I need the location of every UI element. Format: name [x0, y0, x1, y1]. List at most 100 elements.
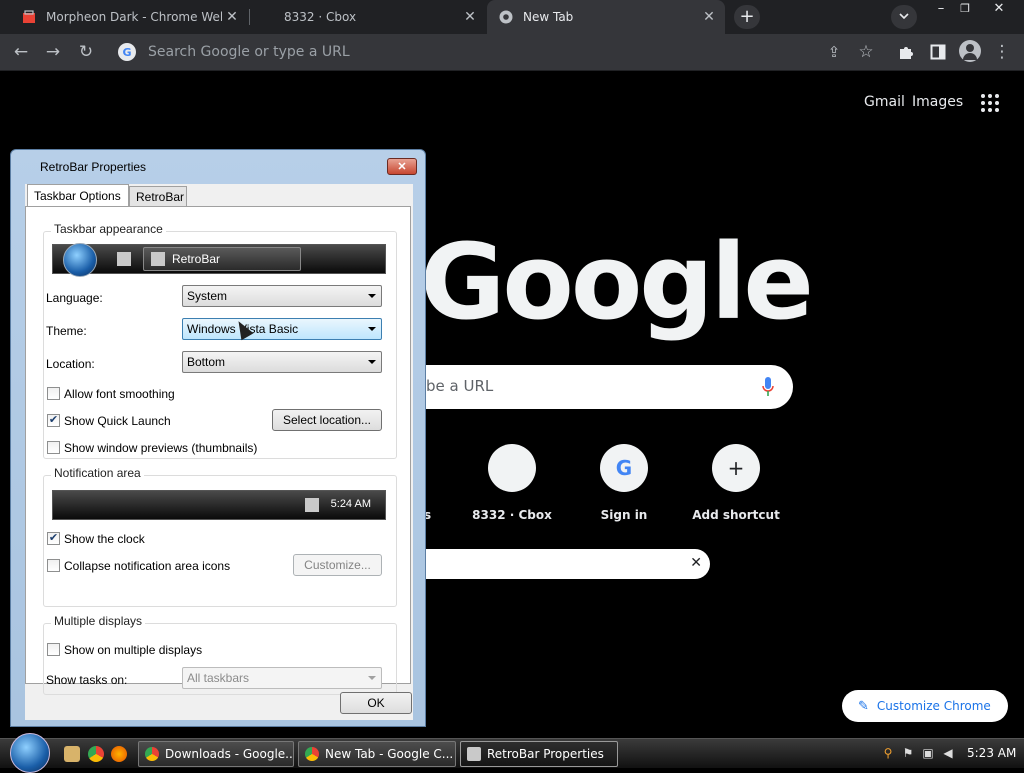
- language-label: Language:: [46, 291, 103, 305]
- theme-label: Theme:: [46, 324, 87, 338]
- windows-taskbar: Downloads - Google... New Tab - Google C…: [0, 733, 1024, 773]
- side-panel-icon[interactable]: [926, 40, 950, 64]
- show-tasks-select[interactable]: All taskbars: [182, 667, 382, 689]
- preview-task-button: RetroBar: [143, 247, 301, 271]
- chrome-menu-icon[interactable]: ⋮: [990, 40, 1014, 64]
- gmail-link[interactable]: Gmail: [864, 94, 905, 110]
- tab-title: Morpheon Dark - Chrome Web Store: [46, 10, 222, 24]
- window-previews-label[interactable]: Show window previews (thumbnails): [64, 441, 257, 455]
- chrome-icon[interactable]: [88, 746, 104, 762]
- reload-icon[interactable]: ↻: [74, 40, 98, 64]
- shortcut-sign-in[interactable]: G Sign in: [576, 444, 672, 522]
- new-tab-button[interactable]: +: [734, 5, 760, 29]
- action-center-flag-icon[interactable]: ⚑: [901, 746, 915, 760]
- customize-chrome-label: Customize Chrome: [876, 699, 991, 713]
- ntp-search-box[interactable]: be a URL: [410, 365, 793, 409]
- start-button-icon[interactable]: [10, 733, 50, 773]
- taskbar-button-retrobar[interactable]: RetroBar Properties: [460, 741, 618, 767]
- restore-icon[interactable]: ❐: [952, 0, 978, 18]
- taskbar-appearance-group: Taskbar appearance RetroBar Language: Sy…: [43, 222, 397, 459]
- taskbar-options-panel: Taskbar appearance RetroBar Language: Sy…: [25, 206, 411, 695]
- tab-retrobar[interactable]: RetroBar: [129, 186, 187, 207]
- taskbar-button-label: New Tab - Google C...: [325, 747, 454, 761]
- minimize-icon[interactable]: –: [928, 0, 954, 18]
- add-shortcut[interactable]: + Add shortcut: [688, 444, 784, 522]
- browser-toolbar: ← → ↻ G Search Google or type a URL ⇪ ☆ …: [0, 34, 1024, 71]
- tab-taskbar-options[interactable]: Taskbar Options: [27, 184, 129, 207]
- show-tasks-value: All taskbars: [187, 671, 250, 685]
- tab-title: 8332 · Cbox: [284, 10, 357, 24]
- tab-new-tab[interactable]: New Tab ✕: [487, 0, 725, 34]
- tab-cbox[interactable]: 8332 · Cbox ✕: [250, 0, 486, 34]
- tab-strip: Morpheon Dark - Chrome Web Store ✕ 8332 …: [0, 0, 1024, 34]
- start-orb-icon: [63, 243, 97, 277]
- network-icon[interactable]: ▣: [921, 746, 935, 760]
- shortcut-label: Sign in: [600, 508, 648, 522]
- taskbar-button-new-tab[interactable]: New Tab - Google C...: [298, 741, 456, 767]
- microphone-icon[interactable]: [762, 377, 774, 397]
- chrome-icon: [499, 10, 513, 24]
- multiple-displays-checkbox[interactable]: [47, 643, 60, 656]
- theme-select[interactable]: Windows Vista Basic: [182, 318, 382, 340]
- shortcut-cbox[interactable]: 8332 · Cbox: [464, 444, 560, 522]
- tab-title: New Tab: [523, 10, 574, 24]
- retrobar-properties-dialog: RetroBar Properties ✕ Taskbar Options Re…: [10, 149, 426, 727]
- show-clock-label[interactable]: Show the clock: [64, 532, 145, 546]
- customize-chrome-button[interactable]: ✎ Customize Chrome: [842, 690, 1008, 722]
- google-apps-icon[interactable]: [981, 94, 999, 112]
- preview-clock: 5:24 AM: [330, 498, 371, 510]
- tab-search-button[interactable]: [891, 5, 917, 29]
- explorer-icon[interactable]: [64, 746, 80, 762]
- dialog-close-button[interactable]: ✕: [387, 158, 417, 175]
- quick-launch-label[interactable]: Show Quick Launch: [64, 414, 171, 428]
- group-label: Notification area: [51, 466, 144, 480]
- window-close-icon[interactable]: ✕: [986, 0, 1012, 18]
- omnibox-placeholder: Search Google or type a URL: [148, 44, 350, 60]
- customize-button[interactable]: Customize...: [293, 554, 382, 576]
- taskbar-preview: RetroBar: [52, 243, 386, 277]
- omnibox[interactable]: G Search Google or type a URL: [112, 38, 882, 66]
- ok-button[interactable]: OK: [340, 692, 412, 714]
- multiple-displays-label[interactable]: Show on multiple displays: [64, 643, 202, 657]
- chevron-down-icon: [368, 327, 376, 331]
- dismiss-icon[interactable]: ✕: [690, 555, 702, 571]
- extensions-puzzle-icon[interactable]: [894, 40, 918, 64]
- ntp-search-placeholder: be a URL: [426, 377, 494, 395]
- close-tab-icon[interactable]: ✕: [460, 9, 480, 25]
- group-label: Taskbar appearance: [51, 222, 166, 236]
- collapse-icons-label[interactable]: Collapse notification area icons: [64, 559, 230, 573]
- select-location-button[interactable]: Select location...: [272, 409, 382, 431]
- taskbar-button-label: Downloads - Google...: [165, 747, 294, 761]
- quick-launch-checkbox[interactable]: ✔: [47, 414, 60, 427]
- location-label: Location:: [46, 357, 95, 371]
- images-link[interactable]: Images: [912, 94, 963, 110]
- notification-preview: 5:24 AM: [52, 490, 386, 520]
- location-select[interactable]: Bottom: [182, 351, 382, 373]
- bookmark-star-icon[interactable]: ☆: [854, 40, 878, 64]
- font-smoothing-label[interactable]: Allow font smoothing: [64, 387, 175, 401]
- pencil-icon: ✎: [858, 698, 869, 714]
- dialog-body: Taskbar Options RetroBar Taskbar appeara…: [25, 184, 413, 720]
- language-select[interactable]: System: [182, 285, 382, 307]
- show-clock-checkbox[interactable]: ✔: [47, 532, 60, 545]
- taskbar-clock[interactable]: 5:23 AM: [967, 746, 1016, 760]
- ntp-promo-bar: ✕: [410, 549, 710, 579]
- window-previews-checkbox[interactable]: [47, 441, 60, 454]
- firefox-icon[interactable]: [111, 746, 127, 762]
- collapse-icons-checkbox[interactable]: [47, 559, 60, 572]
- volume-muted-icon[interactable]: ◀: [941, 746, 955, 760]
- language-value: System: [187, 289, 228, 303]
- chevron-down-icon: [368, 360, 376, 364]
- share-icon[interactable]: ⇪: [822, 40, 846, 64]
- tab-morpheon[interactable]: Morpheon Dark - Chrome Web Store ✕: [10, 0, 248, 34]
- font-smoothing-checkbox[interactable]: [47, 387, 60, 400]
- close-tab-icon[interactable]: ✕: [699, 9, 719, 25]
- notification-area-group: Notification area 5:24 AM ✔ Show the clo…: [43, 466, 397, 607]
- search-icon[interactable]: ⚲: [881, 746, 895, 760]
- preview-task-label: RetroBar: [172, 252, 221, 266]
- taskbar-button-downloads[interactable]: Downloads - Google...: [138, 741, 294, 767]
- close-tab-icon[interactable]: ✕: [222, 9, 242, 25]
- back-icon[interactable]: ←: [9, 40, 33, 64]
- profile-avatar-icon[interactable]: [959, 40, 981, 62]
- forward-icon[interactable]: →: [41, 40, 65, 64]
